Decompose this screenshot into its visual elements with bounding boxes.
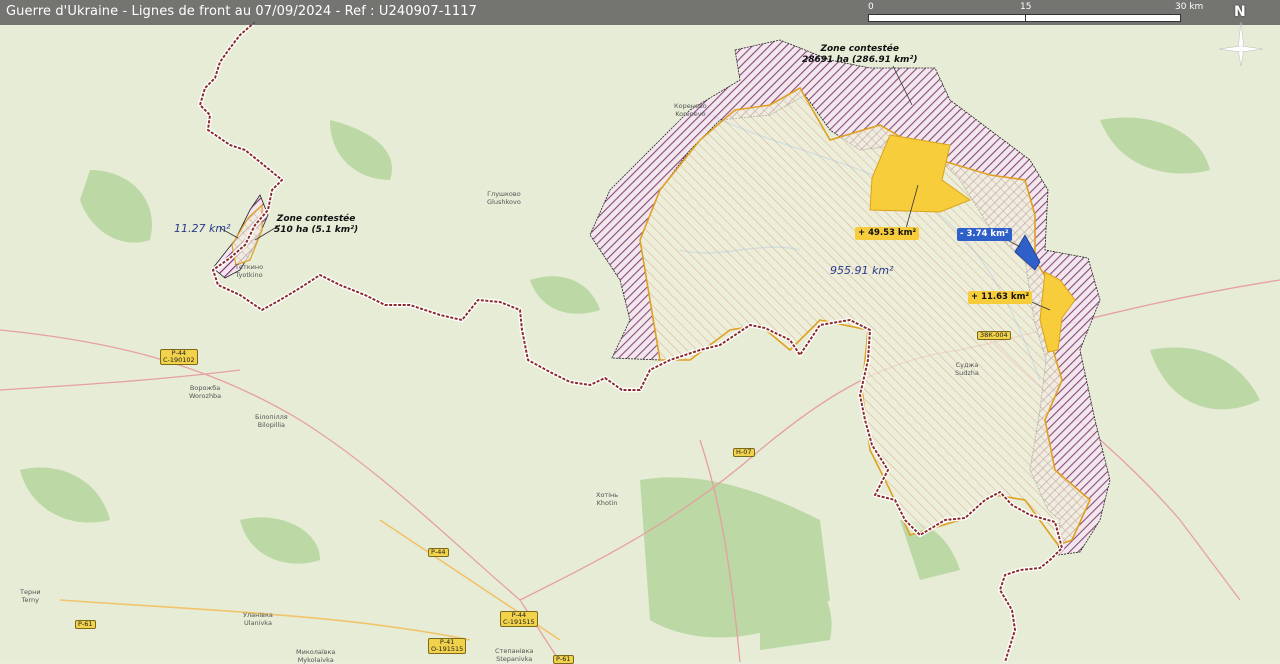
town-label: Теткино Tyotkino [235,263,264,279]
town-label: Терни Terny [20,588,41,604]
contested-zone-large-label: Zone contestée 28691 ha (286.91 km²) [802,44,918,65]
map-canvas[interactable] [0,0,1280,662]
road-marker: 38К-004 [977,331,1011,340]
town-label: Білопілля Bilopillia [255,413,288,429]
scale-tick-end: 30 km [1175,2,1204,12]
road-marker: Р-61 [553,655,574,664]
scale-bar: 0 15 30 km [868,2,1203,24]
town-label: Суджа Sudzha [955,361,979,377]
road-marker: Р-44 [428,548,449,557]
town-label: Хотінь Khotin [596,491,619,507]
contested-zone-small-label: Zone contestée 510 ha (5.1 km²) [274,214,359,235]
scale-bar-graphic [868,14,1181,22]
compass-icon [1218,21,1264,67]
map-title: Guerre d'Ukraine - Lignes de front au 07… [6,4,477,19]
scale-tick-0: 0 [868,2,874,12]
road-marker: Р-44 С-191515 [500,611,538,627]
town-label: Глушково Glushkovo [487,190,521,206]
area-main-label: 955.91 km² [830,264,894,277]
loss-badge: - 3.74 km² [957,228,1012,241]
road-marker: Р-61 [75,620,96,629]
road-marker: Р-41 О-191515 [428,638,467,654]
town-label: Степанівка Stepanivka [495,647,534,663]
town-label: Ворожба Worozhba [189,384,222,400]
gain-north-badge: + 49.53 km² [855,227,920,240]
road-marker: Р-44 С-190102 [160,349,198,365]
road-marker: Н-07 [733,448,755,457]
scale-tick-mid: 15 [1020,2,1032,12]
town-label: Уланівка Ulanivka [243,611,273,627]
area-small-label: 11.27 km² [174,222,231,235]
gain-east-badge: + 11.63 km² [968,291,1033,304]
north-arrow: N [1213,4,1269,74]
town-label: Коренево Korenevo [674,102,707,118]
